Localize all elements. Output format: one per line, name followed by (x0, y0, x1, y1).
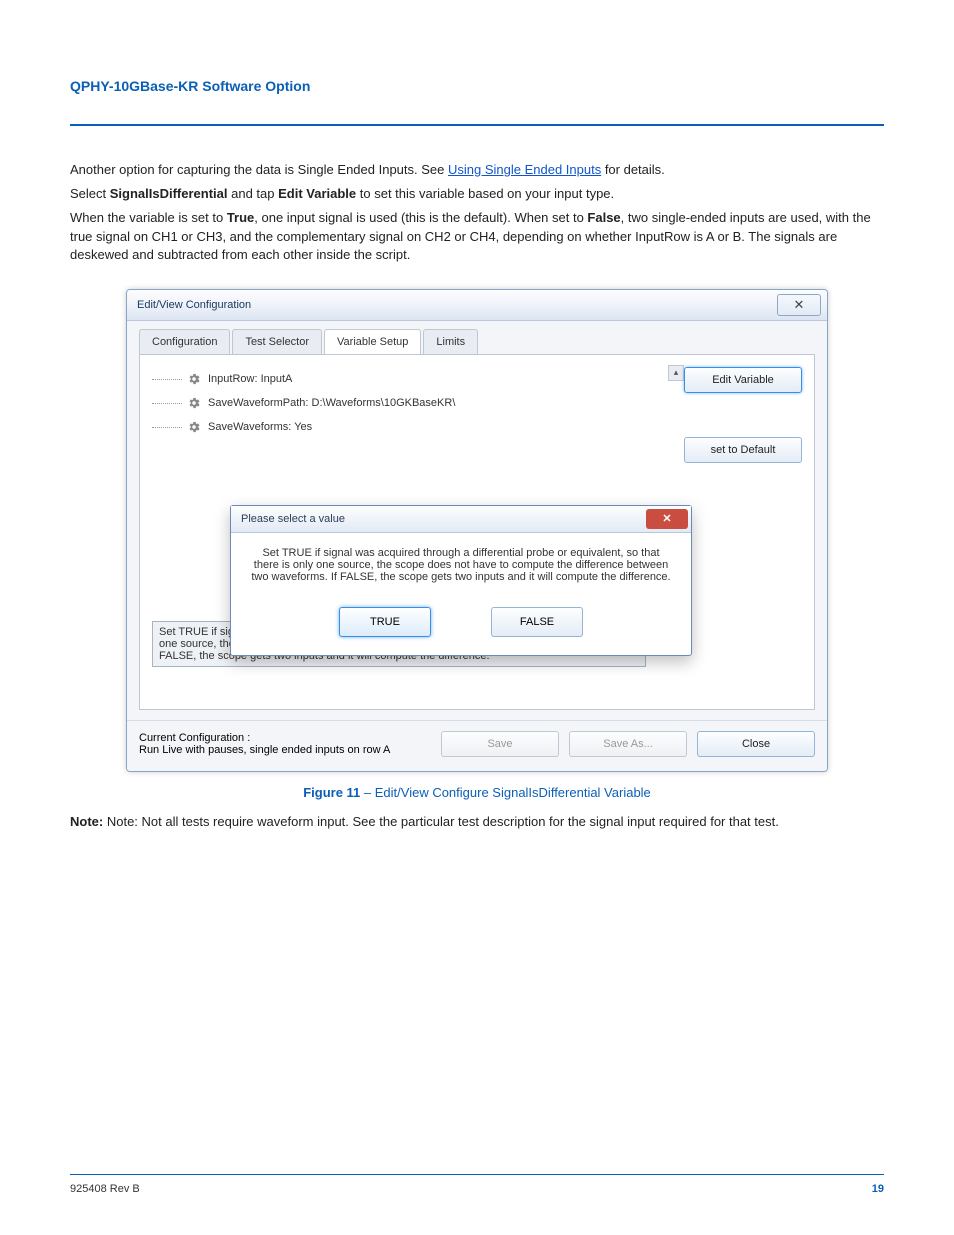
text: and tap (228, 186, 279, 201)
page-footer: 925408 Rev B 19 (70, 1174, 884, 1195)
gear-icon (186, 419, 202, 435)
select-value-dialog: Please select a value ✕ Set TRUE if sign… (230, 505, 692, 656)
page-number: 19 (872, 1183, 884, 1195)
text-strong: SignalIsDifferential (110, 186, 228, 201)
tab-limits[interactable]: Limits (423, 329, 478, 354)
true-button[interactable]: TRUE (339, 607, 431, 637)
tab-strip: Configuration Test Selector Variable Set… (127, 321, 827, 354)
text-strong: Edit Variable (278, 186, 356, 201)
text: Note: Not all tests require waveform inp… (107, 814, 779, 829)
save-button[interactable]: Save (441, 731, 559, 757)
intro-para-3: When the variable is set to True, one in… (70, 209, 884, 264)
gear-icon (186, 395, 202, 411)
panel-variable-setup: ▴ InputRow: InputA SaveWaveformPath: D:\… (139, 354, 815, 710)
footer-left: 925408 Rev B (70, 1183, 140, 1195)
close-button[interactable]: Close (697, 731, 815, 757)
text: for details. (601, 162, 665, 177)
dialog-body-text: Set TRUE if signal was acquired through … (231, 533, 691, 597)
dialog-title: Please select a value (241, 513, 345, 525)
gear-icon (186, 371, 202, 387)
figure-number: Figure 11 (303, 785, 360, 800)
current-config-value: Run Live with pauses, single ended input… (139, 744, 390, 756)
edit-variable-button[interactable]: Edit Variable (684, 367, 802, 393)
text: Select (70, 186, 110, 201)
tree-item-inputrow[interactable]: InputRow: InputA (152, 367, 552, 391)
window-footer-buttons: Save Save As... Close (441, 731, 815, 757)
figure-text: Edit/View Configure SignalIsDifferential… (375, 785, 651, 800)
text: Another option for capturing the data is… (70, 162, 448, 177)
current-config: Current Configuration : Run Live with pa… (139, 732, 390, 756)
link-single-ended[interactable]: Using Single Ended Inputs (448, 162, 601, 177)
note-text: Note: Note: Not all tests require wavefo… (70, 813, 884, 831)
doc-header: QPHY-10GBase-KR Software Option (70, 78, 884, 94)
intro-para-2: Select SignalIsDifferential and tap Edit… (70, 185, 884, 203)
tree-item-label: InputRow: InputA (208, 373, 292, 385)
text-strong: True (227, 210, 254, 225)
text: to set this variable based on your input… (356, 186, 614, 201)
tree-item-savepath[interactable]: SaveWaveformPath: D:\Waveforms\10GKBaseK… (152, 391, 552, 415)
dialog-titlebar: Please select a value ✕ (231, 506, 691, 533)
variable-tree: InputRow: InputA SaveWaveformPath: D:\Wa… (152, 367, 552, 439)
close-icon[interactable]: ✕ (646, 509, 688, 529)
scroll-up-icon[interactable]: ▴ (668, 365, 684, 381)
save-as-button[interactable]: Save As... (569, 731, 687, 757)
tree-item-savewaveforms[interactable]: SaveWaveforms: Yes (152, 415, 552, 439)
panel-side-buttons: Edit Variable set to Default (684, 367, 802, 463)
false-button[interactable]: FALSE (491, 607, 583, 637)
text: When set to (511, 210, 588, 225)
text: , one input signal is used (this is the … (254, 210, 511, 225)
config-window: Edit/View Configuration ✕ Configuration … (126, 289, 828, 772)
tree-item-label: SaveWaveformPath: D:\Waveforms\10GKBaseK… (208, 397, 455, 409)
text-strong: False (587, 210, 620, 225)
window-footer: Current Configuration : Run Live with pa… (127, 720, 827, 771)
tab-test-selector[interactable]: Test Selector (232, 329, 322, 354)
window-titlebar: Edit/View Configuration ✕ (127, 290, 827, 321)
window-close-button[interactable]: ✕ (777, 294, 821, 316)
figure-sep: – (360, 785, 374, 800)
intro-para-1: Another option for capturing the data is… (70, 161, 884, 179)
figure-caption: Figure 11 – Edit/View Configure SignalIs… (70, 785, 884, 800)
tab-variable-setup[interactable]: Variable Setup (324, 329, 421, 354)
tree-item-label: SaveWaveforms: Yes (208, 421, 312, 433)
reset-default-button[interactable]: set to Default (684, 437, 802, 463)
window-title: Edit/View Configuration (137, 299, 251, 311)
text: When the variable is set to (70, 210, 227, 225)
tab-configuration[interactable]: Configuration (139, 329, 230, 354)
current-config-label: Current Configuration : (139, 732, 390, 744)
dialog-buttons: TRUE FALSE (231, 597, 691, 655)
header-rule (70, 124, 884, 126)
